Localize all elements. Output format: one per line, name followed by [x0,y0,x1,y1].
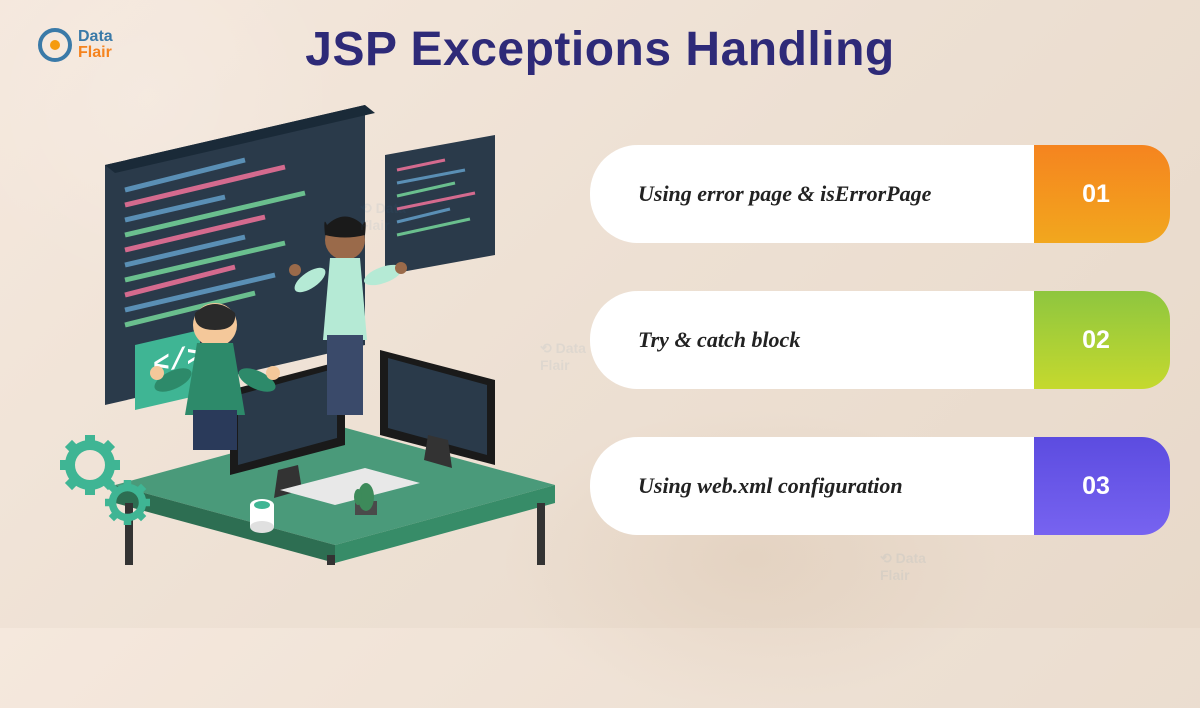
list-item-number: 02 [1022,291,1170,389]
list-item: Using web.xml configuration 03 [590,437,1170,535]
page-title: JSP Exceptions Handling [305,22,894,77]
logo-text-top: Data [78,29,113,45]
logo-icon [38,28,72,62]
coding-illustration: </> [35,105,565,565]
logo-text: Data Flair [78,29,113,61]
list-item-number: 03 [1022,437,1170,535]
list-item: Try & catch block 02 [590,291,1170,389]
list-item: Using error page & isErrorPage 01 [590,145,1170,243]
logo-text-bottom: Flair [78,45,113,61]
list-item-label: Using web.xml configuration [590,437,1034,535]
list-item-label: Try & catch block [590,291,1034,389]
list-item-label: Using error page & isErrorPage [590,145,1034,243]
methods-list: Using error page & isErrorPage 01 Try & … [590,145,1170,535]
list-item-number: 01 [1022,145,1170,243]
brand-logo: Data Flair [38,28,113,62]
